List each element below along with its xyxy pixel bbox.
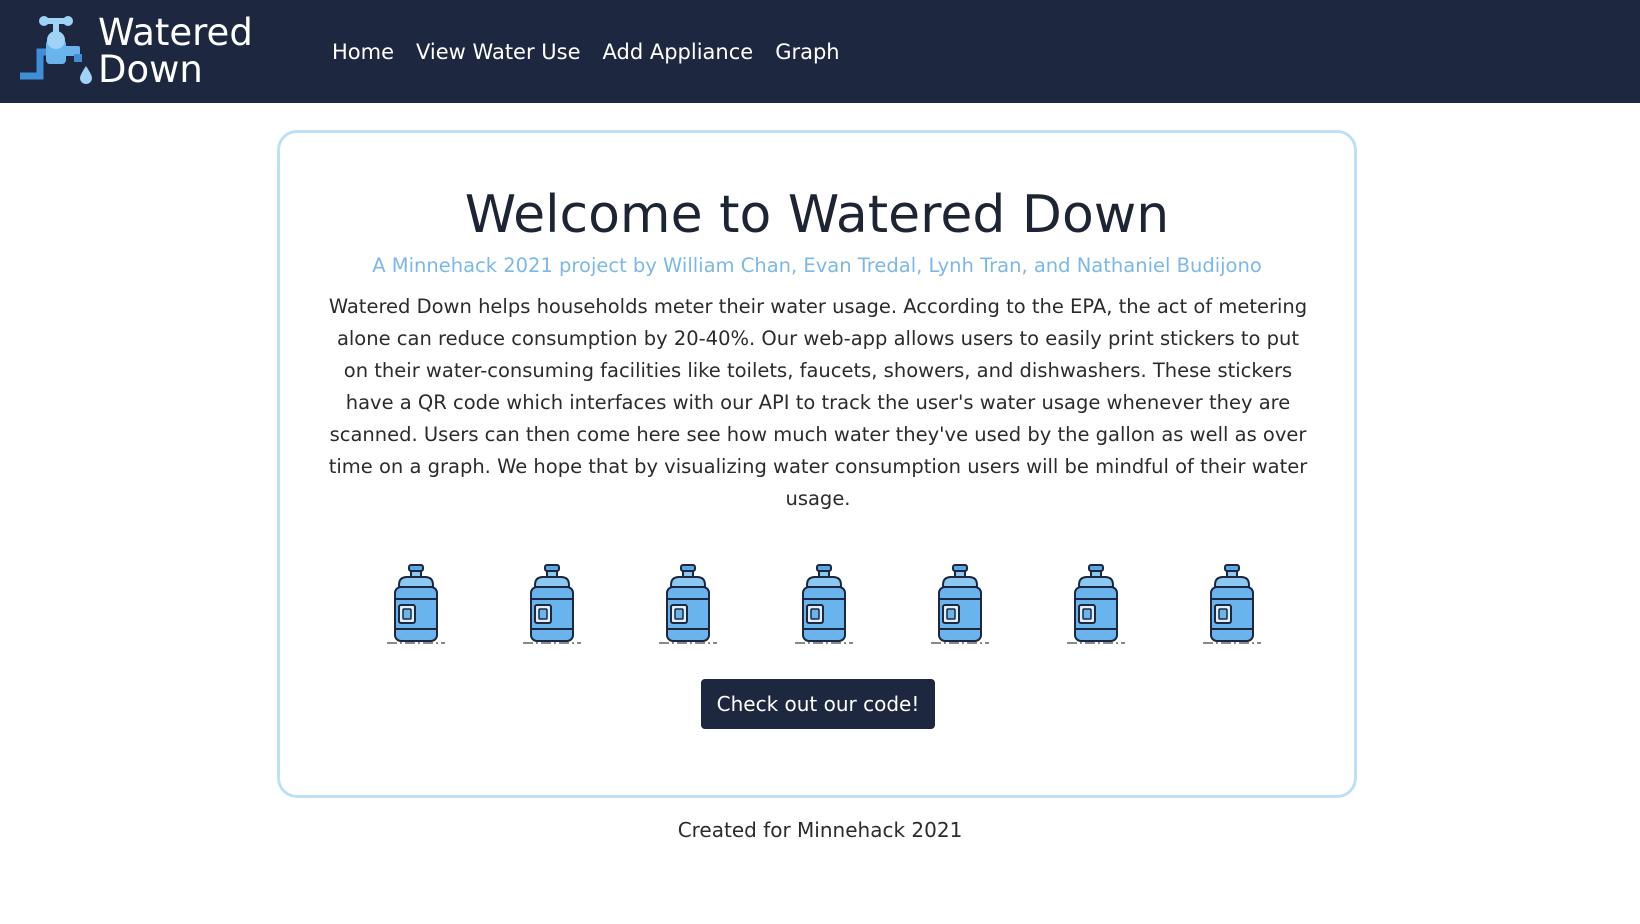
faucet-drop-icon — [18, 14, 94, 86]
brand-name: Watered Down — [98, 14, 253, 88]
water-jug-icon — [793, 563, 855, 647]
project-description: Watered Down helps households meter thei… — [328, 295, 1308, 510]
water-jug-icon — [929, 563, 991, 647]
project-credits: A Minnehack 2021 project by William Chan… — [372, 254, 1262, 277]
water-jug-icon — [657, 563, 719, 647]
welcome-card: Welcome to Watered Down A Minnehack 2021… — [277, 130, 1357, 798]
water-jug-row — [385, 563, 1265, 653]
nav-link-add-appliance[interactable]: Add Appliance — [603, 38, 754, 66]
water-jug-icon — [1201, 563, 1263, 647]
page-title: Welcome to Watered Down — [464, 185, 1170, 245]
check-out-code-button[interactable]: Check out our code! — [701, 679, 935, 729]
brand-link[interactable]: Watered Down — [18, 14, 253, 88]
footer-text: Created for Minnehack 2021 — [677, 818, 963, 842]
top-navbar: Watered Down Home View Water Use Add App… — [0, 0, 1640, 103]
brand-line-1: Watered — [98, 11, 253, 54]
nav-links: Home View Water Use Add Appliance Graph — [332, 38, 862, 66]
water-jug-icon — [521, 563, 583, 647]
water-jug-icon — [385, 563, 447, 647]
water-jug-icon — [1065, 563, 1127, 647]
nav-link-view-water-use[interactable]: View Water Use — [416, 38, 581, 66]
nav-link-graph[interactable]: Graph — [775, 38, 839, 66]
brand-line-2: Down — [98, 48, 203, 91]
nav-link-home[interactable]: Home — [332, 38, 394, 66]
